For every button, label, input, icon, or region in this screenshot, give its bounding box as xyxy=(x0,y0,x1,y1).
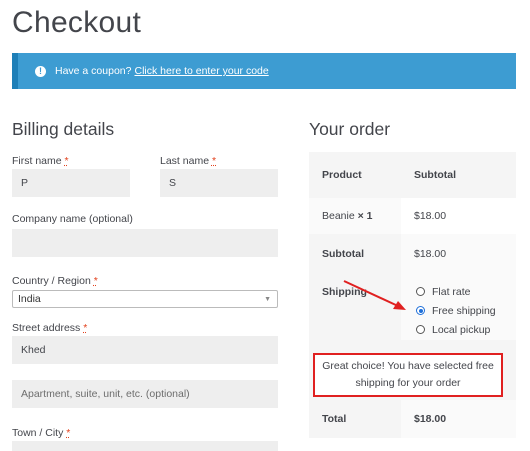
total-value: $18.00 xyxy=(401,400,516,438)
coupon-prompt: Have a coupon? xyxy=(55,65,132,77)
required-mark: * xyxy=(211,155,217,167)
dropdown-arrow-icon: ▼ xyxy=(264,296,271,303)
company-input[interactable] xyxy=(12,229,278,257)
first-name-input[interactable]: P xyxy=(12,169,130,197)
town-label-text: Town / City xyxy=(12,427,64,439)
apartment-input[interactable]: Apartment, suite, unit, etc. (optional) xyxy=(12,380,278,408)
country-select[interactable]: India ▼ xyxy=(12,290,278,308)
street-input[interactable]: Khed xyxy=(12,336,278,364)
annotation-arrow-icon xyxy=(343,280,406,310)
subtotal-header: Subtotal xyxy=(401,152,516,198)
order-item-price: $18.00 xyxy=(414,210,447,222)
shipping-option-free[interactable]: Free shipping xyxy=(416,301,496,320)
free-shipping-note: Great choice! You have selected free shi… xyxy=(313,353,503,397)
required-mark: * xyxy=(66,427,71,439)
street-label: Street address * xyxy=(12,322,87,334)
subtotal-label: Subtotal xyxy=(309,234,401,274)
total-label: Total xyxy=(309,400,401,438)
radio-button[interactable] xyxy=(416,325,425,334)
country-label-text: Country / Region xyxy=(12,275,91,287)
shipping-option-local-pickup[interactable]: Local pickup xyxy=(416,320,496,339)
first-name-label-text: First name xyxy=(12,155,62,167)
shipping-option-label: Local pickup xyxy=(432,323,491,336)
item-name: Beanie xyxy=(322,210,355,222)
last-name-input[interactable]: S xyxy=(160,169,278,197)
page-title: Checkout xyxy=(12,6,142,39)
last-name-label: Last name * xyxy=(160,155,216,167)
order-title: Your order xyxy=(309,119,391,139)
shipping-option-label: Flat rate xyxy=(432,285,471,298)
product-header: Product xyxy=(309,152,401,198)
item-qty: × 1 xyxy=(357,210,373,222)
shipping-option-flat-rate[interactable]: Flat rate xyxy=(416,282,496,301)
town-label: Town / City * xyxy=(12,427,70,439)
street-label-text: Street address xyxy=(12,322,81,334)
company-label: Company name (optional) xyxy=(12,213,133,225)
coupon-notice: ! Have a coupon? Click here to enter you… xyxy=(12,53,516,89)
order-item-name: Beanie × 1 xyxy=(309,198,401,234)
country-select-value: India xyxy=(18,293,41,305)
town-input[interactable] xyxy=(12,441,278,451)
required-mark: * xyxy=(83,322,88,334)
first-name-label: First name * xyxy=(12,155,69,167)
required-mark: * xyxy=(93,275,98,287)
country-label: Country / Region * xyxy=(12,275,98,287)
billing-title: Billing details xyxy=(12,119,115,139)
last-name-label-text: Last name xyxy=(160,155,210,167)
info-icon: ! xyxy=(35,65,46,77)
required-mark: * xyxy=(64,155,69,167)
shipping-option-label: Free shipping xyxy=(432,304,496,317)
subtotal-value: $18.00 xyxy=(401,234,516,274)
coupon-link[interactable]: Click here to enter your code xyxy=(134,65,268,77)
